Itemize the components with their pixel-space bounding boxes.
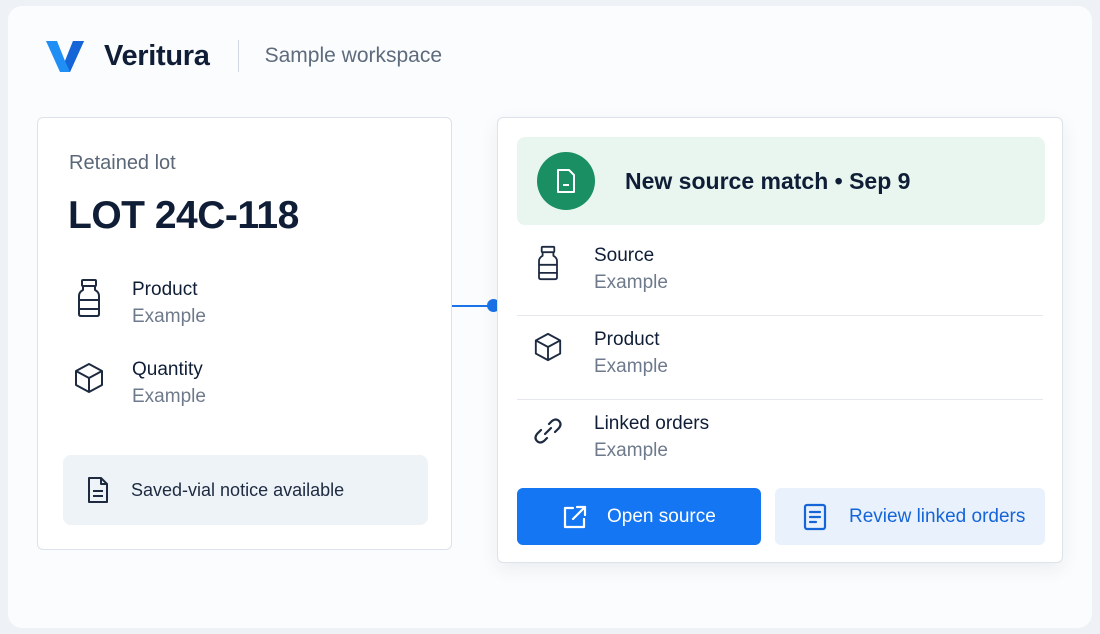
app-header: Veritura Sample workspace [44,36,442,76]
review-linked-orders-label: Review linked orders [849,505,1026,527]
list-document-icon [801,503,829,531]
match-title: New source match • Sep 9 [625,167,911,194]
row-value: Example [594,272,668,293]
row-label: Product [594,329,660,350]
lot-field-product: Product Example [69,278,206,330]
lot-field-quantity: Quantity Example [69,358,206,410]
lot-caption: Retained lot [69,152,176,174]
box-icon [69,358,109,398]
vial-icon [69,278,109,318]
match-banner: New source match • Sep 9 [517,137,1045,225]
workspace-name[interactable]: Sample workspace [265,44,442,68]
field-label: Product [132,279,198,300]
box-icon [529,328,567,366]
source-match-card: New source match • Sep 9 Source Example … [497,117,1063,563]
review-linked-orders-button[interactable]: Review linked orders [775,488,1045,545]
veritura-logo-icon [46,41,84,72]
row-label: Linked orders [594,413,710,434]
saved-vial-notice[interactable]: Saved-vial notice available [63,455,428,525]
connector-line [452,305,492,307]
retained-lot-card: Retained lot LOT 24C-118 Product Example… [37,117,452,550]
row-value: Example [594,440,668,461]
field-value: Example [132,306,206,327]
field-label: Quantity [132,359,203,380]
external-link-icon [561,503,589,531]
match-row-source: Source Example [517,232,1043,316]
vial-icon [529,244,567,282]
notice-text: Saved-vial notice available [131,479,345,500]
open-source-label: Open source [607,505,716,527]
match-row-linked-orders: Linked orders Example [517,400,1043,484]
match-row-product: Product Example [517,316,1043,400]
field-value: Example [132,386,206,407]
header-divider [237,40,239,72]
brand-name: Veritura [104,39,210,72]
document-icon [83,475,113,505]
row-value: Example [594,356,668,377]
link-icon [529,412,567,450]
lot-title: LOT 24C-118 [68,194,299,237]
row-label: Source [594,245,655,266]
document-icon [537,152,595,210]
open-source-button[interactable]: Open source [517,488,761,545]
